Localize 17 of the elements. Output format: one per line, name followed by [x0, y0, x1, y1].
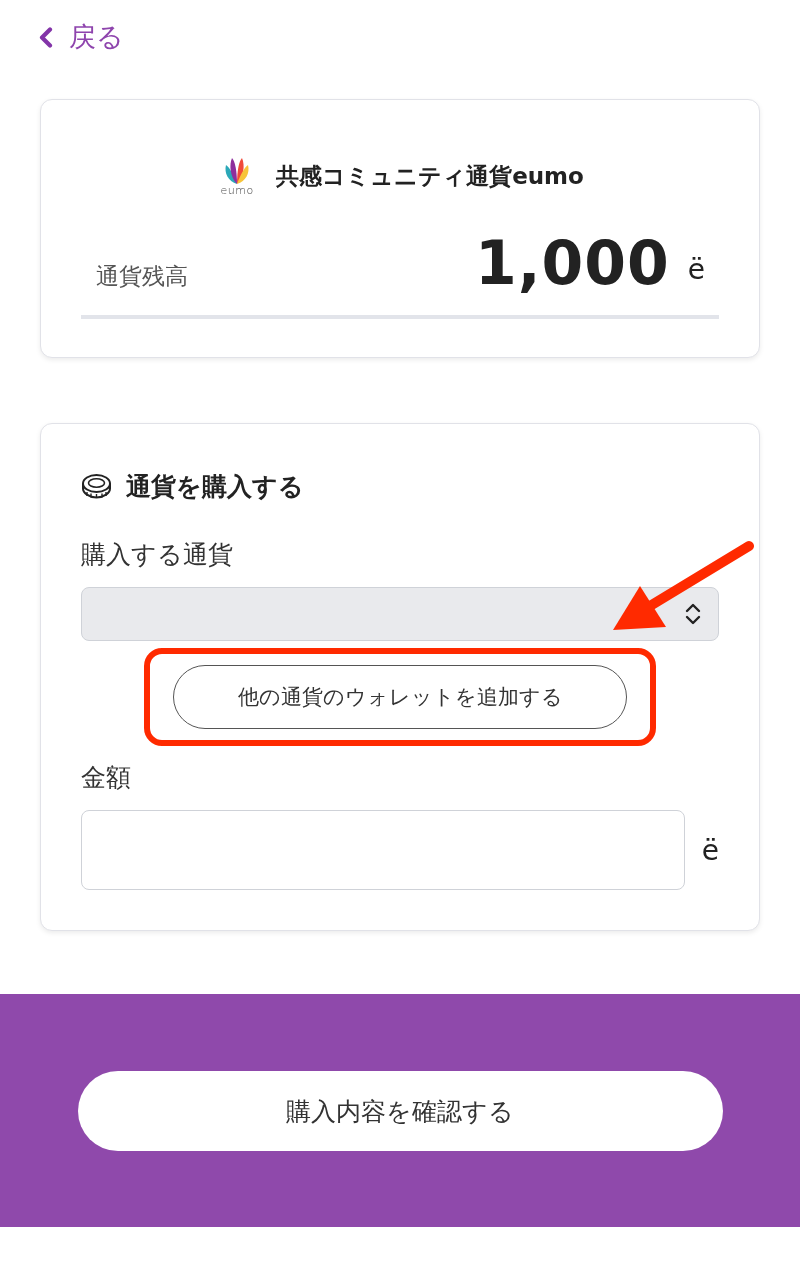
add-wallet-button[interactable]: 他の通貨のウォレットを追加する	[173, 665, 627, 729]
currency-select[interactable]	[81, 587, 719, 641]
confirm-button[interactable]: 購入内容を確認する	[77, 1071, 723, 1151]
currency-unit: ë	[700, 833, 719, 867]
currency-name: 共感コミュニティ通貨eumo	[276, 161, 584, 191]
up-down-chevron-icon	[684, 602, 702, 626]
section-title: 通貨を購入する	[126, 470, 304, 503]
logo-text: eumo	[220, 185, 254, 197]
amount-input-field[interactable]	[81, 810, 685, 890]
back-link[interactable]: 戻る	[38, 20, 124, 54]
coin-icon	[81, 472, 112, 500]
chevron-left-icon	[38, 26, 53, 48]
amount-label: 金額	[81, 762, 132, 794]
currency-label: 購入する通貨	[81, 539, 234, 571]
balance-amount: 1,000	[474, 228, 670, 298]
currency-unit: ë	[687, 253, 706, 288]
balance-label: 通貨残高	[95, 262, 189, 291]
